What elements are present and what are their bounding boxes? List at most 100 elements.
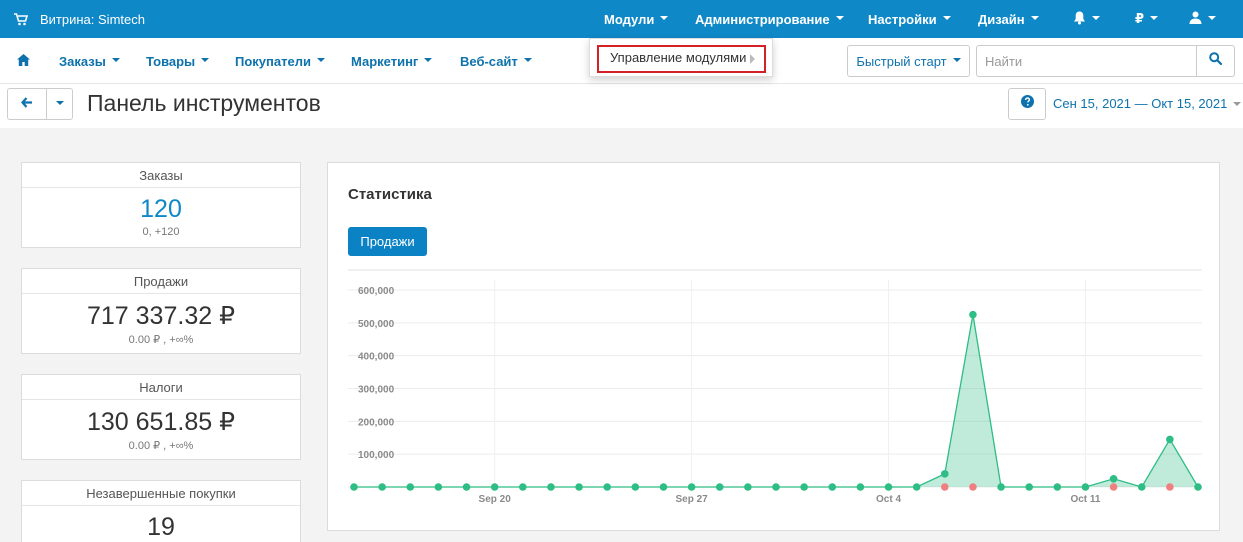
series-point: [744, 483, 752, 491]
series-point: [715, 483, 724, 491]
chevron-down-icon: [660, 16, 669, 20]
chevron-down-icon: [952, 58, 961, 62]
series-point: [519, 483, 527, 491]
question-icon: [1020, 95, 1034, 113]
series-point: [462, 483, 471, 491]
chevron-down-icon: [1092, 16, 1100, 20]
date-range-label: Сен 15, 2021 — Окт 15, 2021: [1053, 96, 1228, 111]
chevron-down-icon: [1233, 101, 1242, 106]
home-link[interactable]: [17, 38, 30, 84]
search-button[interactable]: [1196, 45, 1235, 77]
chevron-right-icon: [750, 54, 755, 64]
tab-sales-label: Продажи: [360, 234, 415, 249]
help-button[interactable]: [1008, 88, 1046, 120]
nav-item-orders-label: Заказы: [59, 53, 106, 69]
series-point: [997, 483, 1005, 491]
modules-dropdown-menu: Управление модулями: [589, 38, 773, 77]
series-point: [406, 483, 415, 491]
menu-design[interactable]: Дизайн: [978, 0, 1039, 38]
series-point: [1053, 483, 1062, 491]
menu-modules[interactable]: Модули: [604, 0, 669, 38]
series-point-previous: [1109, 483, 1118, 491]
stat-card-title: Продажи: [22, 269, 300, 294]
user-menu-button[interactable]: [1189, 0, 1216, 38]
stat-card-value: 120: [140, 195, 182, 223]
series-point: [687, 483, 696, 491]
series-line: [354, 314, 1199, 488]
stat-card-value: 130 651.85 ₽: [87, 408, 235, 436]
x-tick-label: Oct 11: [1070, 494, 1100, 505]
menu-modules-label: Модули: [604, 11, 655, 27]
cart-icon: [14, 12, 30, 26]
chevron-down-icon: [55, 101, 64, 105]
chevron-down-icon: [523, 58, 532, 62]
stat-card-title: Незавершенные покупки: [22, 481, 300, 506]
series-point-previous: [969, 483, 977, 491]
back-button[interactable]: [8, 89, 47, 119]
series-point-previous: [941, 483, 949, 491]
currency-selector[interactable]: ₽: [1135, 0, 1159, 38]
x-tick-label: Sep 27: [675, 494, 708, 505]
nav-item-products-label: Товары: [146, 53, 196, 69]
menu-settings-label: Настройки: [868, 11, 937, 27]
series-point: [828, 483, 837, 491]
series-point-previous: [1166, 483, 1174, 491]
stat-card-orders[interactable]: Заказы 120 0, +120: [21, 162, 301, 248]
chevron-down-icon: [1150, 16, 1159, 20]
nav-item-marketing-label: Маркетинг: [351, 53, 419, 69]
nav-item-website[interactable]: Веб-сайт: [460, 38, 532, 84]
nav-item-marketing[interactable]: Маркетинг: [351, 38, 433, 84]
search-input[interactable]: Найти: [976, 45, 1197, 77]
stat-card-change: 0, +120: [142, 226, 180, 238]
home-icon: [17, 53, 30, 69]
series-point: [350, 483, 358, 491]
series-point: [772, 483, 780, 491]
menu-administration[interactable]: Администрирование: [695, 0, 844, 38]
back-history-dropdown[interactable]: [47, 89, 72, 119]
currency-label: ₽: [1135, 11, 1145, 26]
page-title: Панель инструментов: [87, 90, 321, 116]
chevron-down-icon: [942, 16, 951, 20]
menu-settings[interactable]: Настройки: [868, 0, 951, 38]
y-tick-label: 500,000: [358, 319, 395, 330]
nav-item-products[interactable]: Товары: [146, 38, 210, 84]
y-tick-label: 300,000: [358, 385, 395, 396]
user-icon: [1189, 11, 1202, 27]
stat-card-change: 0.00 ₽ , +∞%: [128, 440, 194, 452]
stat-card-abandoned-carts[interactable]: Незавершенные покупки 19: [21, 480, 301, 542]
arrow-left-icon: [21, 95, 33, 113]
stat-card-taxes: Налоги 130 651.85 ₽ 0.00 ₽ , +∞%: [21, 374, 301, 460]
storefront-selector[interactable]: Витрина: Simtech: [14, 0, 145, 38]
chevron-down-icon: [201, 58, 210, 62]
sales-chart: 600,000 500,000 400,000 300,000 200,000 100,0…: [348, 269, 1202, 505]
tab-sales[interactable]: Продажи: [348, 227, 427, 256]
nav-item-customers[interactable]: Покупатели: [235, 38, 325, 84]
y-tick-label: 200,000: [358, 417, 395, 428]
chevron-down-icon: [316, 58, 325, 62]
search-icon: [1209, 52, 1223, 70]
series-point: [490, 483, 499, 491]
series-point: [884, 483, 893, 491]
stat-card-title: Налоги: [22, 375, 300, 400]
chevron-down-icon: [835, 16, 844, 20]
date-range-picker[interactable]: Сен 15, 2021 — Окт 15, 2021: [1053, 96, 1242, 111]
stat-card-value: 717 337.32 ₽: [87, 302, 235, 330]
stat-card-change: 0.00 ₽ , +∞%: [128, 334, 194, 346]
bell-icon: [1073, 11, 1086, 28]
chevron-down-icon: [111, 58, 120, 62]
notifications-button[interactable]: [1073, 0, 1100, 38]
quick-start-button[interactable]: Быстрый старт: [847, 45, 970, 77]
top-bar: Витрина: Simtech Модули Администрировани…: [0, 0, 1243, 38]
series-point: [659, 483, 668, 491]
series-point: [1194, 483, 1202, 491]
series-point: [1137, 483, 1146, 491]
stat-card-title: Заказы: [22, 163, 300, 188]
menu-item-manage-modules[interactable]: Управление модулями: [610, 50, 746, 65]
series-point: [800, 483, 808, 491]
back-button-group: [7, 88, 73, 120]
y-tick-label: 100,000: [358, 450, 395, 461]
nav-item-orders[interactable]: Заказы: [59, 38, 120, 84]
series-point: [603, 483, 611, 491]
series-point: [912, 483, 921, 491]
quick-start-label: Быстрый старт: [856, 53, 947, 69]
